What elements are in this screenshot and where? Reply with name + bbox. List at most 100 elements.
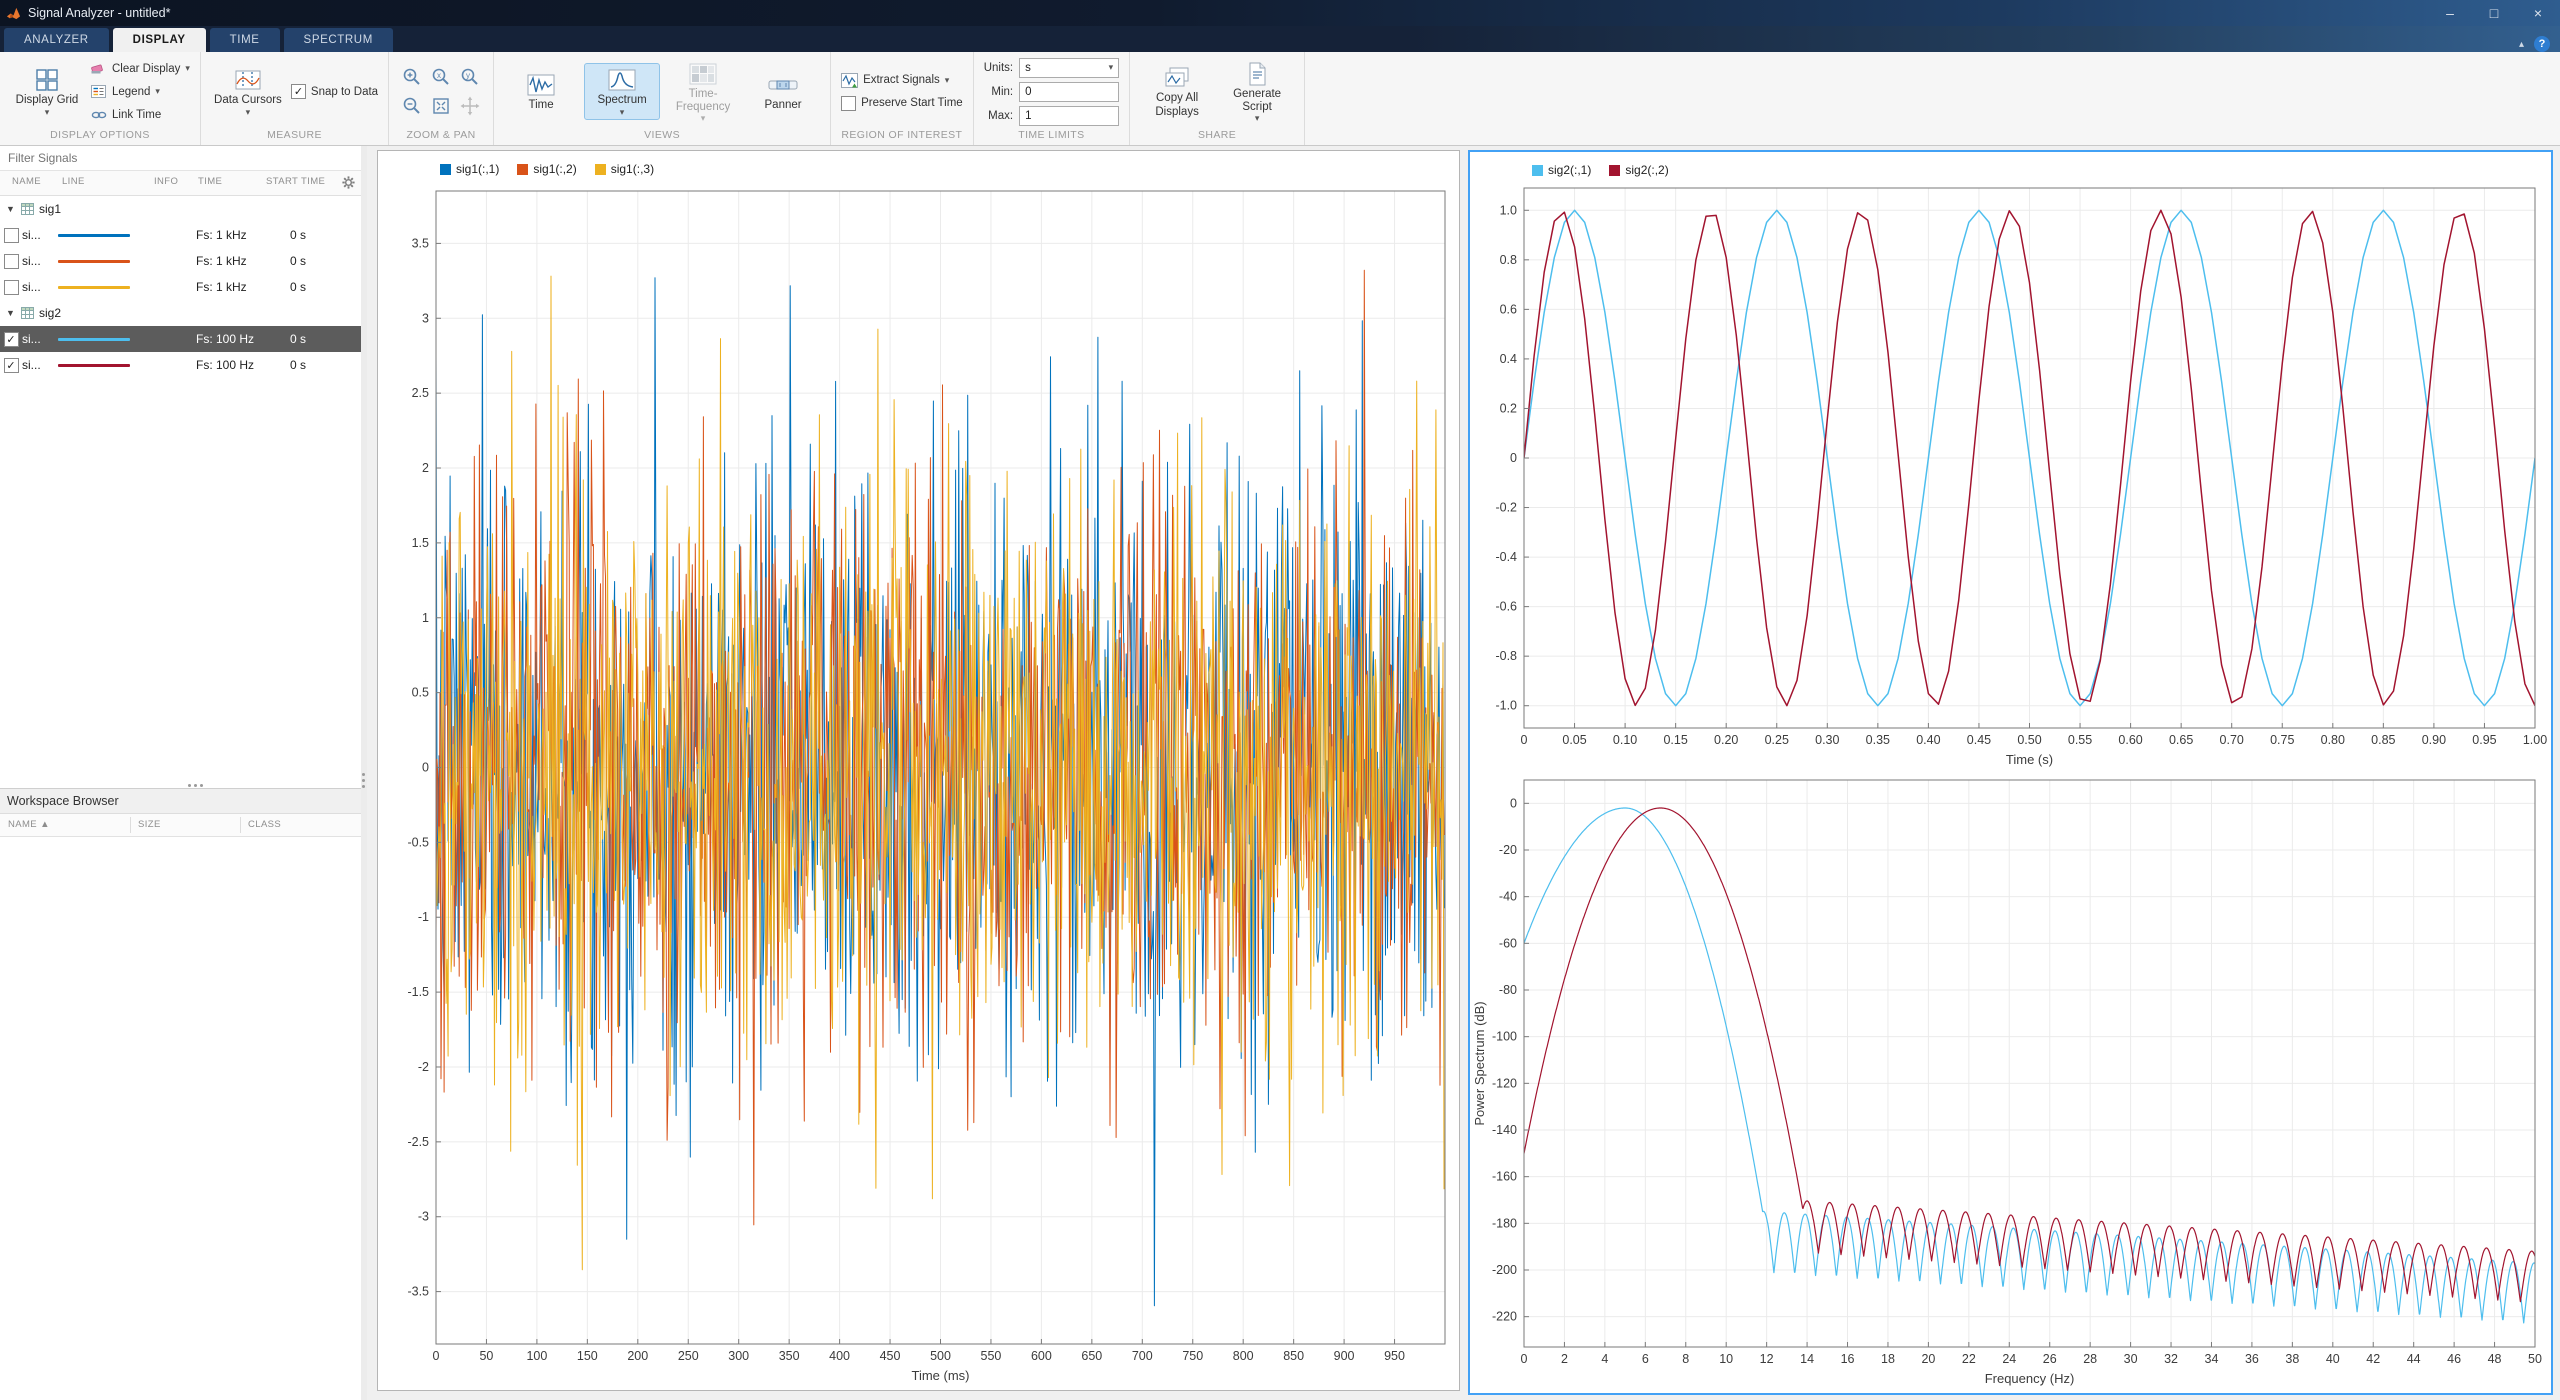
signal-visible-checkbox[interactable] [4,254,19,269]
sig1-time-legend[interactable]: sig1(:,1)sig1(:,2)sig1(:,3) [440,162,654,176]
ws-column-class[interactable]: CLASS [248,819,281,830]
svg-text:800: 800 [1233,1349,1254,1363]
signal-row[interactable]: ✓si...Fs: 100 Hz0 s [0,326,361,352]
signal-group-row[interactable]: ▼sig2 [0,300,361,326]
signal-visible-checkbox[interactable] [4,228,19,243]
section-label: REGION OF INTEREST [835,127,969,145]
window-title: Signal Analyzer - untitled* [28,6,170,20]
signal-visible-checkbox[interactable] [4,280,19,295]
svg-text:700: 700 [1132,1349,1153,1363]
preserve-start-time-checkbox[interactable]: Preserve Start Time [841,93,963,114]
tab-display[interactable]: DISPLAY [113,28,206,52]
help-icon[interactable]: ? [2534,36,2550,52]
legend-swatch-icon [595,164,606,175]
section-views: Time Spectrum ▾ Time-Frequency ▾ [494,52,831,145]
legend-button[interactable]: Legend ▾ [90,81,190,102]
dropdown-arrow-icon: ▾ [185,64,190,73]
svg-text:100: 100 [526,1349,547,1363]
section-measure: Data Cursors ▾ ✓ Snap to Data MEASURE [201,52,389,145]
signal-name: si... [22,228,58,242]
workspace-columns: NAME ▲ SIZE CLASS [0,814,361,837]
sig2-spectrum-plot[interactable]: 0246810121416182022242628303234363840424… [1470,770,2551,1393]
signal-time: Fs: 100 Hz [196,358,290,372]
sig2-display-panel[interactable]: 00.050.100.150.200.250.300.350.400.450.5… [1468,150,2553,1395]
maximize-button[interactable]: □ [2472,0,2516,26]
ws-column-size[interactable]: SIZE [138,819,161,830]
signal-visible-checkbox[interactable]: ✓ [4,332,19,347]
min-input[interactable] [1019,82,1119,102]
time-view-button[interactable]: Time [504,69,578,114]
zoom-in-y-button[interactable]: y [457,64,483,90]
svg-text:-2.5: -2.5 [407,1135,429,1149]
signal-row[interactable]: si...Fs: 1 kHz0 s [0,222,361,248]
eraser-icon [90,61,107,76]
gear-icon[interactable] [341,175,356,190]
signal-row[interactable]: ✓si...Fs: 100 Hz0 s [0,352,361,378]
splitter-handle[interactable] [181,784,211,788]
extract-signals-button[interactable]: Extract Signals ▾ [841,70,963,91]
display-grid-button[interactable]: Display Grid ▾ [10,64,84,118]
checkbox-icon [841,96,856,111]
svg-text:46: 46 [2447,1352,2461,1366]
expand-arrow-icon[interactable]: ▼ [6,204,16,214]
minimize-button[interactable]: – [2428,0,2472,26]
expand-arrow-icon[interactable]: ▼ [6,308,16,318]
copy-all-displays-button[interactable]: Copy All Displays [1140,62,1214,120]
dropdown-arrow-icon: ▾ [945,76,950,85]
legend-item: sig1(:,3) [595,162,654,176]
spectrum-view-button[interactable]: Spectrum ▾ [584,63,660,119]
fit-to-view-icon [431,96,451,116]
time-frequency-view-button[interactable]: Time-Frequency ▾ [666,58,740,125]
pan-button[interactable] [457,93,483,119]
signal-sidebar: NAME LINE INFO TIME START TIME ▼sig1si..… [0,146,362,1400]
clear-display-button[interactable]: Clear Display ▾ [90,58,190,79]
sig1-display-panel[interactable]: 0501001502002503003504004505005506006507… [377,150,1460,1391]
units-select[interactable]: s ▾ [1019,58,1119,78]
zoom-in-x-button[interactable]: x [428,64,454,90]
signal-name: si... [22,332,58,346]
max-input[interactable] [1019,106,1119,126]
signal-row[interactable]: si...Fs: 1 kHz0 s [0,274,361,300]
snap-to-data-checkbox[interactable]: ✓ Snap to Data [291,81,378,102]
zoom-in-button[interactable] [399,64,425,90]
link-time-toggle[interactable]: Link Time [90,104,190,125]
svg-text:2.5: 2.5 [412,386,429,400]
tab-spectrum[interactable]: SPECTRUM [284,28,393,52]
dropdown-arrow-icon: ▾ [246,108,251,117]
signal-start-time: 0 s [290,332,361,346]
svg-text:-140: -140 [1492,1123,1517,1137]
sig1-time-axes[interactable]: 0501001502002503003504004505005506006507… [378,151,1459,1390]
signal-table-body: ▼sig1si...Fs: 1 kHz0 ssi...Fs: 1 kHz0 ss… [0,196,361,378]
sig1-time-plot[interactable]: 0501001502002503003504004505005506006507… [378,151,1459,1390]
signal-visible-checkbox[interactable]: ✓ [4,358,19,373]
tab-analyzer[interactable]: ANALYZER [4,28,109,52]
svg-text:400: 400 [829,1349,850,1363]
data-cursors-button[interactable]: Data Cursors ▾ [211,64,285,118]
svg-text:1.0: 1.0 [1500,203,1517,217]
legend-label: sig2(:,2) [1625,163,1668,177]
fit-to-view-button[interactable] [428,93,454,119]
svg-text:-1.5: -1.5 [407,985,429,999]
ws-column-name[interactable]: NAME ▲ [8,819,50,830]
sig2-time-legend[interactable]: sig2(:,1)sig2(:,2) [1532,163,1669,177]
generate-script-button[interactable]: Generate Script ▾ [1220,58,1294,125]
panner-button[interactable]: Panner [746,69,820,114]
sig2-spectrum-axes[interactable]: 0246810121416182022242628303234363840424… [1470,770,2551,1393]
signal-name: si... [22,358,58,372]
section-label: VIEWS [498,127,826,145]
tab-time[interactable]: TIME [210,28,280,52]
collapse-ribbon-icon[interactable]: ▴ [2519,39,2524,50]
zoom-in-icon [402,67,422,87]
dropdown-arrow-icon: ▾ [1109,63,1114,72]
sig2-time-plot[interactable]: 00.050.100.150.200.250.300.350.400.450.5… [1470,152,2551,770]
sig2-time-axes[interactable]: 00.050.100.150.200.250.300.350.400.450.5… [1470,152,2551,770]
signal-group-row[interactable]: ▼sig1 [0,196,361,222]
filter-signals-input[interactable] [6,150,355,166]
close-button[interactable]: × [2516,0,2560,26]
zoom-out-button[interactable] [399,93,425,119]
svg-text:8: 8 [1682,1352,1689,1366]
window-titlebar[interactable]: Signal Analyzer - untitled* – □ × [0,0,2560,26]
svg-text:Time (s): Time (s) [2006,752,2053,767]
signal-row[interactable]: si...Fs: 1 kHz0 s [0,248,361,274]
svg-text:0.35: 0.35 [1866,733,1890,747]
